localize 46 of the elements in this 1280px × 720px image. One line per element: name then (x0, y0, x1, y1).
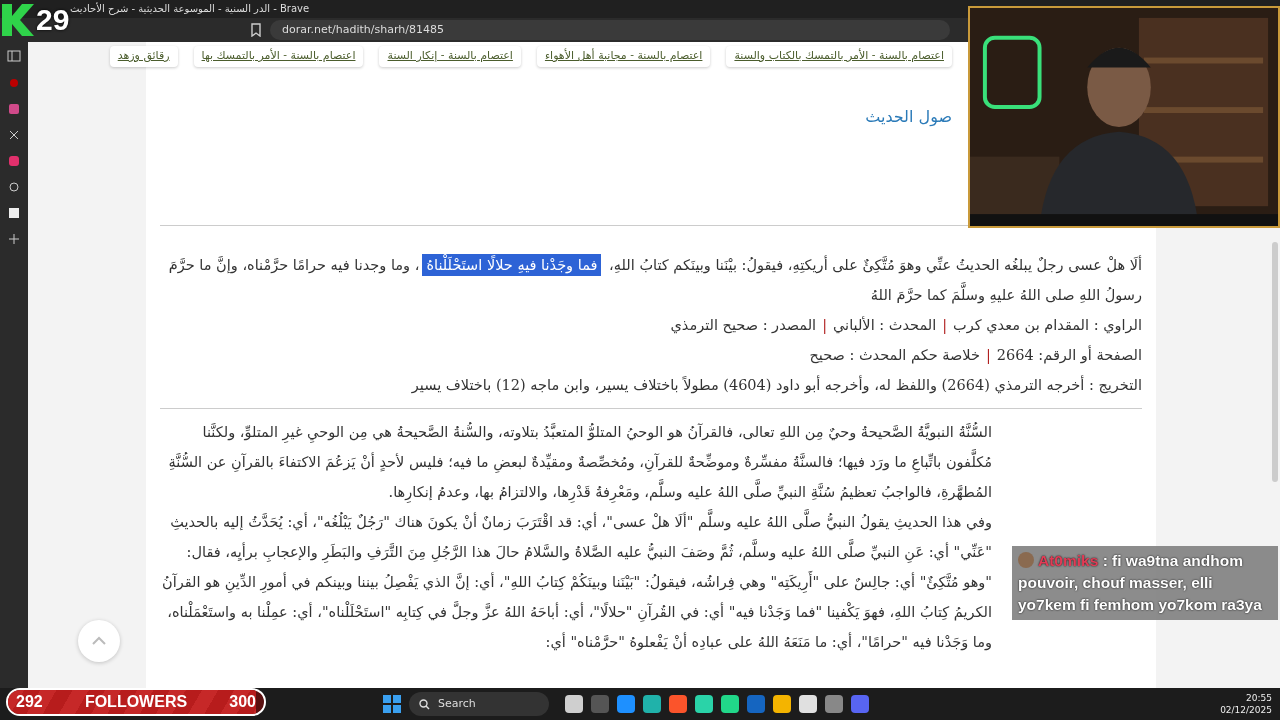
paragraph: وفي هذا الحديثِ يقولُ النبيُّ صلَّى اللهُ عليه وسلَّم "ألَا هلْ عسى"، أي: قد اقْتَرَبَ زمانٌ أنْ يكونَ هناك "رَجُلٌ يَبْلُغُه"، أي: يُحَدَّثُ إليه بالحديثِ "عَنِّي" أي: عَنِ النبيِّ صلَّى اللهُ عليه وسلَّم، ثُمَّ وصَفَ النبيُّ عليه الصَّلاةُ والسَّلامُ حالَ هذا الرَّجُلِ مِنَ التَّرَفِ والبَطَرِ والإعجابِ برأيِه، فقال: "وهو مُتَّكِئٌ" أي: جالِسٌ على "أَرِيكَتِه" وهي فِراشُه، فيقولُ: "بَيْنَنا وبينَكُمْ كِتابُ اللهِ"، أي: إنَّ الذي يَفْصِلُ بيننا وبينكم في أمورِ الدِّينِ هو القرآنُ الكريمُ كِتابُ اللهِ، فهوَ يَكْفينا "فما وَجَدْنا فيه" أي: في القُرآنِ "حلالًا"، أي: أباحَهُ اللهُ عزَّ وجلَّ في كِتابِه "استَحْلَلْناه"، أي: عمِلْنا به واستَعْمَلْناه، وما وَجَدْنا فيه "حرامًا"، أي: ما مَنَعَهُ اللهُ على عبادِه أنْ يَفْعلوهُ "حرَّمْناه" أي: (160, 506, 992, 657)
app-icon[interactable] (799, 695, 817, 713)
info-field: خلاصة حكم المحدث : صحيح (809, 346, 980, 363)
app-icon[interactable] (851, 695, 869, 713)
chat-message: At0miks : fi wa9tna andhom pouvoir, chouf masser, elli yo7kem fi femhom yo7kom ra3ya (1012, 546, 1278, 620)
info-field: المصدر : صحيح الترمذي (670, 316, 817, 333)
info-field: المحدث : الألباني (833, 316, 937, 333)
app-icon[interactable] (773, 695, 791, 713)
tag[interactable]: رقائق وزهد (109, 46, 178, 67)
tag[interactable]: اعتصام بالسنة - إنكار السنة (379, 46, 521, 67)
app-icon[interactable] (825, 695, 843, 713)
bookmark-icon[interactable] (250, 23, 262, 37)
followers-label: FOLLOWERS (84, 692, 188, 712)
clock[interactable]: 20:55 02/12/2025 (1220, 692, 1272, 716)
app-icon[interactable] (565, 695, 583, 713)
info-field: الصفحة أو الرقم: 2664 (996, 346, 1142, 363)
logo-icon (0, 2, 36, 38)
follower-count: 292 (16, 692, 43, 712)
windows-icon[interactable] (383, 695, 401, 713)
tag[interactable]: اعتصام بالسنة - الأمر بالتمسك بالكتاب والسنة (726, 46, 952, 67)
app-icon[interactable] (747, 695, 765, 713)
app-icon[interactable] (617, 695, 635, 713)
app-icon[interactable] (721, 695, 739, 713)
follower-goal: 300 (229, 692, 256, 712)
separator: | (942, 316, 948, 333)
scrollbar[interactable] (1272, 242, 1278, 482)
search-field[interactable]: Search (409, 692, 549, 716)
info-field: التخريج : أخرجه الترمذي (2664) واللفظ له، وأخرجه أبو داود (4604) مطولاً باختلاف يسير، وابن ماجه (12) باختلاف يسير (411, 376, 1142, 393)
separator: | (985, 346, 991, 363)
record-icon[interactable] (9, 78, 19, 88)
link[interactable]: صول الحديث (865, 106, 952, 126)
chevron-up-icon (91, 636, 107, 646)
add-icon[interactable] (9, 234, 19, 244)
separator: | (822, 316, 828, 333)
app-icon[interactable] (669, 695, 687, 713)
app-icon[interactable] (9, 104, 19, 114)
sidebar-icon[interactable] (7, 50, 21, 62)
search-icon (419, 698, 430, 710)
tag[interactable]: اعتصام بالسنة - مجانبة أهل الأهواء (536, 46, 711, 67)
info-field: الراوي : المقدام بن معدي كرب (953, 316, 1142, 333)
hadith-text: ألَا هلْ عسى رجلٌ يبلغُه الحديثُ عنِّي وهوَ مُتَّكِئٌ على أريكتِهِ، فيقولُ: بيْنَنا وبينَكم كتابُ اللهِ، فما وجَدْنا فيهِ حلالًا استَحْلَلْناهُ ، وما وجدنا فيه حرامًا حرَّمْناه، وإنَّ ما حرَّمَ رسولُ اللهِ صلى اللهُ عليهِ وسلَّمَ كما حرَّمَ اللهُ (160, 249, 1142, 310)
address-bar[interactable]: dorar.net/hadith/sharh/81485 (270, 20, 950, 40)
app-icon[interactable] (695, 695, 713, 713)
paragraph: السُّنَّةُ النبويَّةُ الصَّحيحةُ وحيٌ مِن اللهِ تعالى، فالقرآنُ هو الوحيُ المتلوُّ المتعبَّدُ بتلاوته، والسُّنةُ الصَّحيحةُ هي مِن الوحيِ غيرِ المتلوِّ، ولكنَّنا مُكلَّفون باتِّباعِ ما ورَد فيها؛ فالسنَّةُ مفسِّرةٌ وموضِّحةٌ للقرآنِ، ومُخصِّصةٌ ومقيِّدةٌ لبعضِ ما فيه؛ فليس لأحدٍ أنْ يَزعُمَ الاكتفاءَ بالقرآنِ عن السُّنَّةِ المُطهَّرةِ، فالواجبُ تعظيمُ سُنَّةِ النبيِّ صلَّى اللهُ عليه وسلَّم، ومَعْرِفةُ قَدْرِها، والالتزامُ بها، وعدمُ إنكارِها. (160, 416, 992, 507)
tag[interactable]: اعتصام بالسنة - الأمر بالتمسك بها (193, 46, 364, 67)
app-icon[interactable] (643, 695, 661, 713)
